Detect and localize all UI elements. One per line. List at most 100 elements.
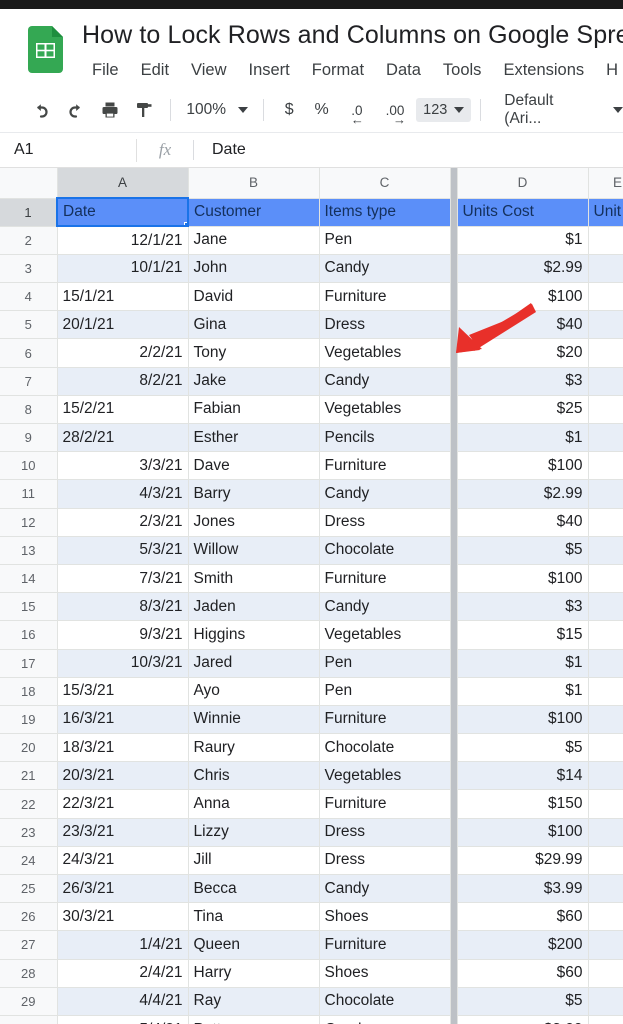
row-header-28[interactable]: 28 <box>0 958 58 988</box>
cell-a2[interactable]: 12/1/21 <box>56 225 189 255</box>
cell-b25[interactable]: Becca <box>187 873 320 904</box>
row-header-14[interactable]: 14 <box>0 563 58 594</box>
cell-c21[interactable]: Vegetables <box>318 761 451 791</box>
cell-a3[interactable]: 10/1/21 <box>56 253 189 284</box>
cell-d16[interactable]: $15 <box>456 620 589 650</box>
cell-e6[interactable] <box>587 338 623 368</box>
cell-a22[interactable]: 22/3/21 <box>56 789 189 819</box>
row-header-4[interactable]: 4 <box>0 282 58 312</box>
cell-e28[interactable] <box>587 958 623 988</box>
zoom-control[interactable]: 100% <box>180 101 254 119</box>
cell-e3[interactable] <box>587 253 623 284</box>
cell-c6[interactable]: Vegetables <box>318 338 451 368</box>
menu-item-help[interactable]: H <box>595 61 623 80</box>
cell-b23[interactable]: Lizzy <box>187 817 320 847</box>
cell-a6[interactable]: 2/2/21 <box>56 338 189 368</box>
name-box[interactable]: A1 <box>0 141 136 159</box>
frozen-column-divider-handle[interactable] <box>450 168 457 198</box>
cell-c19[interactable]: Furniture <box>318 704 451 735</box>
cell-b17[interactable]: Jared <box>187 648 320 678</box>
menu-item-file[interactable]: File <box>84 61 130 80</box>
cell-c24[interactable]: Dress <box>318 845 451 876</box>
cell-d28[interactable]: $60 <box>456 958 589 988</box>
cell-c1[interactable]: Items type <box>318 197 451 227</box>
cell-d26[interactable]: $60 <box>456 902 589 932</box>
menu-item-edit[interactable]: Edit <box>130 61 180 80</box>
cell-c5[interactable]: Dress <box>318 310 451 340</box>
menu-item-tools[interactable]: Tools <box>432 61 493 80</box>
cell-e22[interactable] <box>587 789 623 819</box>
row-header-9[interactable]: 9 <box>0 422 58 453</box>
cell-a30[interactable]: 5/4/21 <box>56 1014 189 1024</box>
cell-b24[interactable]: Jill <box>187 845 320 876</box>
cell-a12[interactable]: 2/3/21 <box>56 507 189 537</box>
cell-b4[interactable]: David <box>187 282 320 312</box>
cell-c14[interactable]: Furniture <box>318 563 451 594</box>
cell-a28[interactable]: 2/4/21 <box>56 958 189 988</box>
row-header-23[interactable]: 23 <box>0 817 58 847</box>
row-header-7[interactable]: 7 <box>0 366 58 396</box>
cell-d2[interactable]: $1 <box>456 225 589 255</box>
row-header-2[interactable]: 2 <box>0 225 58 255</box>
cell-a9[interactable]: 28/2/21 <box>56 422 189 453</box>
cell-d10[interactable]: $100 <box>456 451 589 481</box>
cell-c30[interactable]: Candy <box>318 1014 451 1024</box>
cell-c20[interactable]: Chocolate <box>318 733 451 763</box>
cell-b21[interactable]: Chris <box>187 761 320 791</box>
cell-c16[interactable]: Vegetables <box>318 620 451 650</box>
cell-c23[interactable]: Dress <box>318 817 451 847</box>
percent-format-button[interactable]: % <box>305 101 337 119</box>
decrease-decimal-button[interactable]: .0 ← <box>338 103 376 127</box>
column-header-c[interactable]: C <box>318 168 451 199</box>
row-header-25[interactable]: 25 <box>0 873 58 904</box>
menu-item-data[interactable]: Data <box>375 61 432 80</box>
row-header-26[interactable]: 26 <box>0 902 58 932</box>
cell-e9[interactable] <box>587 422 623 453</box>
cell-a17[interactable]: 10/3/21 <box>56 648 189 678</box>
cell-d4[interactable]: $100 <box>456 282 589 312</box>
cell-e14[interactable] <box>587 563 623 594</box>
row-header-1[interactable]: 1 <box>0 197 58 227</box>
cell-e5[interactable] <box>587 310 623 340</box>
cell-b2[interactable]: Jane <box>187 225 320 255</box>
cell-a18[interactable]: 15/3/21 <box>56 676 189 706</box>
cell-c29[interactable]: Chocolate <box>318 986 451 1016</box>
cell-d30[interactable]: $3.00 <box>456 1014 589 1024</box>
cell-c10[interactable]: Furniture <box>318 451 451 481</box>
cell-d22[interactable]: $150 <box>456 789 589 819</box>
row-header-5[interactable]: 5 <box>0 310 58 340</box>
cell-d23[interactable]: $100 <box>456 817 589 847</box>
row-header-19[interactable]: 19 <box>0 704 58 735</box>
cell-e15[interactable] <box>587 592 623 622</box>
cell-c12[interactable]: Dress <box>318 507 451 537</box>
cell-b6[interactable]: Tony <box>187 338 320 368</box>
cell-d20[interactable]: $5 <box>456 733 589 763</box>
cell-e30[interactable] <box>587 1014 623 1024</box>
row-header-3[interactable]: 3 <box>0 253 58 284</box>
cell-c2[interactable]: Pen <box>318 225 451 255</box>
cell-b8[interactable]: Fabian <box>187 394 320 425</box>
row-header-27[interactable]: 27 <box>0 930 58 960</box>
cell-e1[interactable]: Unit <box>587 197 623 227</box>
menu-item-format[interactable]: Format <box>301 61 375 80</box>
cell-c4[interactable]: Furniture <box>318 282 451 312</box>
cell-b20[interactable]: Raury <box>187 733 320 763</box>
cell-a20[interactable]: 18/3/21 <box>56 733 189 763</box>
cell-b29[interactable]: Ray <box>187 986 320 1016</box>
cell-e16[interactable] <box>587 620 623 650</box>
cell-a13[interactable]: 5/3/21 <box>56 535 189 565</box>
row-header-29[interactable]: 29 <box>0 986 58 1016</box>
row-header-15[interactable]: 15 <box>0 592 58 622</box>
cell-e7[interactable] <box>587 366 623 396</box>
cell-a10[interactable]: 3/3/21 <box>56 451 189 481</box>
cell-d9[interactable]: $1 <box>456 422 589 453</box>
cell-e21[interactable] <box>587 761 623 791</box>
cell-b7[interactable]: Jake <box>187 366 320 396</box>
cell-d21[interactable]: $14 <box>456 761 589 791</box>
increase-decimal-button[interactable]: .00 → <box>376 103 414 127</box>
cell-d8[interactable]: $25 <box>456 394 589 425</box>
cell-a19[interactable]: 16/3/21 <box>56 704 189 735</box>
cell-a14[interactable]: 7/3/21 <box>56 563 189 594</box>
cell-c22[interactable]: Furniture <box>318 789 451 819</box>
cell-c18[interactable]: Pen <box>318 676 451 706</box>
